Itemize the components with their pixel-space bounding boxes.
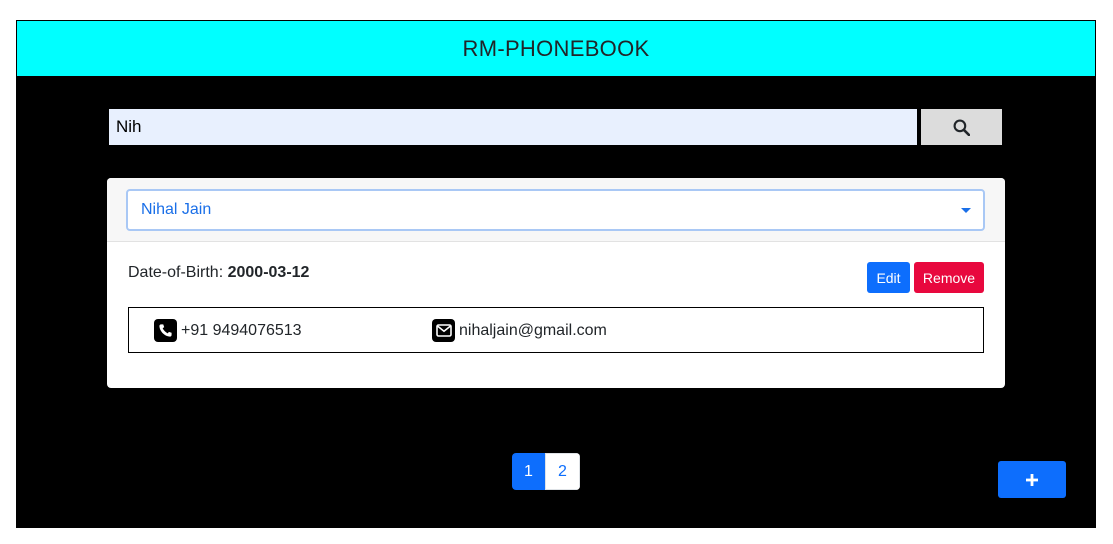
envelope-icon [432,319,455,342]
contact-card: Nihal Jain Date-of-Birth: 2000-03-12 Edi… [107,178,1005,388]
chevron-down-icon [961,208,971,213]
app-title: RM-PHONEBOOK [462,35,650,61]
dob-label: Date-of-Birth: [128,264,224,281]
pagination: 1 2 [512,453,580,490]
edit-button[interactable]: Edit [867,262,910,293]
app-container: RM-PHONEBOOK Nihal Jain Date-of-Birth: 2… [16,20,1096,528]
search-input[interactable] [109,109,917,145]
dob-row: Date-of-Birth: 2000-03-12 [128,264,309,282]
search-button[interactable] [921,109,1002,145]
page-1-button[interactable]: 1 [512,453,545,490]
card-header: Nihal Jain [107,178,1005,242]
phone-number: +91 9494076513 [181,321,302,339]
phone-icon [154,319,177,342]
app-header: RM-PHONEBOOK [16,20,1096,77]
contact-select[interactable]: Nihal Jain [126,189,985,231]
phone-item: +91 9494076513 [154,319,302,342]
contact-select-value: Nihal Jain [141,201,212,218]
plus-icon [1026,473,1038,486]
email-address: nihaljain@gmail.com [459,321,607,339]
contact-details: +91 9494076513 nihaljain@gmail.com [128,307,984,353]
page-2-button[interactable]: 2 [545,453,580,490]
dob-value: 2000-03-12 [227,264,310,281]
email-item: nihaljain@gmail.com [432,319,607,342]
search-icon [953,119,970,136]
add-contact-button[interactable] [998,461,1066,498]
remove-button[interactable]: Remove [914,262,984,293]
